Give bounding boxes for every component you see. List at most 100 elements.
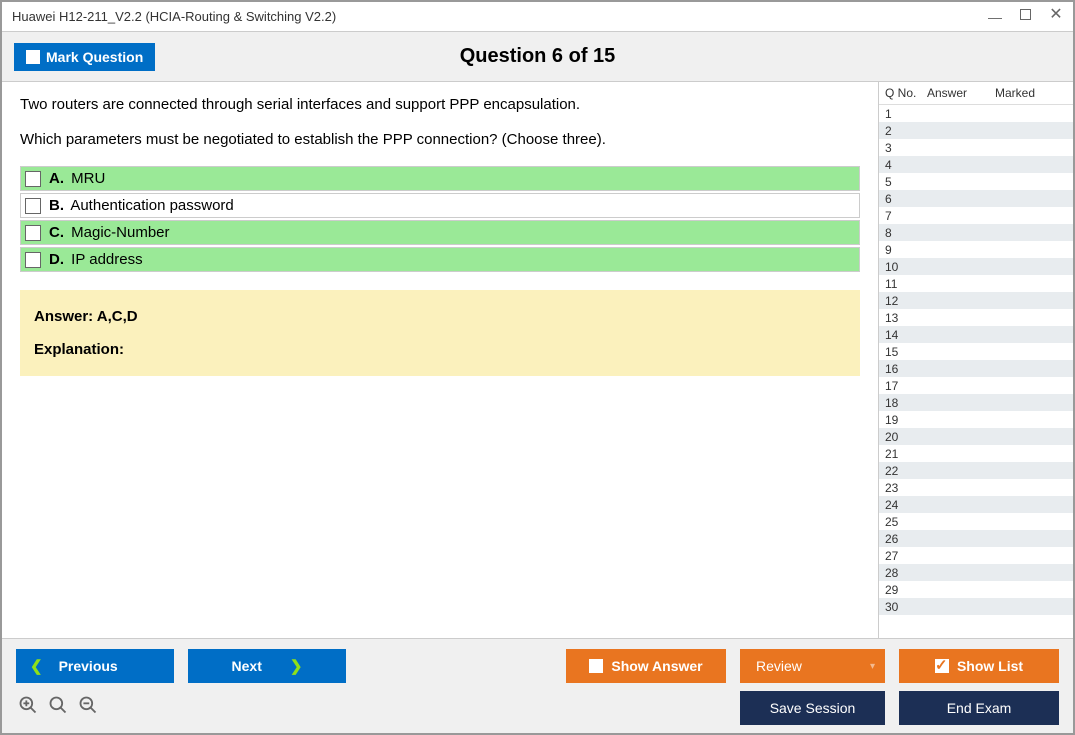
- row-number: 2: [885, 124, 927, 138]
- list-row[interactable]: 26: [879, 530, 1073, 547]
- list-row[interactable]: 19: [879, 411, 1073, 428]
- end-exam-label: End Exam: [947, 700, 1012, 716]
- titlebar: Huawei H12-211_V2.2 (HCIA-Routing & Swit…: [2, 2, 1073, 32]
- row-number: 17: [885, 379, 927, 393]
- list-row[interactable]: 22: [879, 462, 1073, 479]
- list-row[interactable]: 14: [879, 326, 1073, 343]
- footer-row-2: Save Session End Exam: [16, 691, 1059, 725]
- list-row[interactable]: 24: [879, 496, 1073, 513]
- previous-label: Previous: [59, 658, 118, 674]
- row-number: 9: [885, 243, 927, 257]
- list-row[interactable]: 30: [879, 598, 1073, 615]
- list-row[interactable]: 18: [879, 394, 1073, 411]
- mark-question-button[interactable]: Mark Question: [14, 43, 155, 71]
- row-number: 22: [885, 464, 927, 478]
- checkbox-icon: [25, 252, 41, 268]
- options-list: A. MRU B. Authentication password C. Magic…: [20, 166, 860, 272]
- previous-button[interactable]: ❮ Previous: [16, 649, 174, 683]
- chevron-right-icon: ❯: [290, 657, 303, 675]
- zoom-in-icon[interactable]: [16, 695, 40, 721]
- save-session-button[interactable]: Save Session: [740, 691, 885, 725]
- list-row[interactable]: 17: [879, 377, 1073, 394]
- body: Two routers are connected through serial…: [2, 82, 1073, 638]
- list-row[interactable]: 4: [879, 156, 1073, 173]
- maximize-icon[interactable]: [1020, 9, 1031, 20]
- option-a[interactable]: A. MRU: [20, 166, 860, 191]
- row-number: 28: [885, 566, 927, 580]
- checkbox-icon: [25, 198, 41, 214]
- question-line-2: Which parameters must be negotiated to e…: [20, 131, 860, 148]
- show-list-label: Show List: [957, 658, 1023, 674]
- list-row[interactable]: 28: [879, 564, 1073, 581]
- list-row[interactable]: 8: [879, 224, 1073, 241]
- row-number: 10: [885, 260, 927, 274]
- checkbox-icon: [26, 50, 40, 64]
- footer-row-1: ❮ Previous Next ❯ Show Answer Review ▾ S…: [16, 649, 1059, 683]
- zoom-icon[interactable]: [46, 695, 70, 721]
- row-number: 16: [885, 362, 927, 376]
- row-number: 18: [885, 396, 927, 410]
- option-label: D. IP address: [49, 251, 143, 268]
- row-number: 4: [885, 158, 927, 172]
- col-marked-header: Marked: [995, 86, 1067, 100]
- window-controls: — ✕: [988, 9, 1063, 25]
- list-row[interactable]: 23: [879, 479, 1073, 496]
- list-row[interactable]: 10: [879, 258, 1073, 275]
- show-answer-button[interactable]: Show Answer: [566, 649, 726, 683]
- list-row[interactable]: 15: [879, 343, 1073, 360]
- review-button[interactable]: Review ▾: [740, 649, 885, 683]
- list-row[interactable]: 16: [879, 360, 1073, 377]
- list-row[interactable]: 5: [879, 173, 1073, 190]
- row-number: 27: [885, 549, 927, 563]
- list-row[interactable]: 12: [879, 292, 1073, 309]
- list-row[interactable]: 1: [879, 105, 1073, 122]
- row-number: 15: [885, 345, 927, 359]
- option-b[interactable]: B. Authentication password: [20, 193, 860, 218]
- list-row[interactable]: 27: [879, 547, 1073, 564]
- row-number: 8: [885, 226, 927, 240]
- list-row[interactable]: 11: [879, 275, 1073, 292]
- checkbox-checked-icon: [935, 659, 949, 673]
- row-number: 5: [885, 175, 927, 189]
- row-number: 19: [885, 413, 927, 427]
- list-row[interactable]: 3: [879, 139, 1073, 156]
- list-row[interactable]: 7: [879, 207, 1073, 224]
- row-number: 11: [885, 277, 927, 291]
- question-counter: Question 6 of 15: [460, 45, 616, 68]
- list-row[interactable]: 13: [879, 309, 1073, 326]
- list-row[interactable]: 25: [879, 513, 1073, 530]
- option-c[interactable]: C. Magic-Number: [20, 220, 860, 245]
- close-icon[interactable]: ✕: [1049, 9, 1063, 25]
- chevron-left-icon: ❮: [30, 657, 43, 675]
- sidebar-header: Q No. Answer Marked: [879, 82, 1073, 105]
- review-label: Review: [756, 658, 802, 674]
- list-row[interactable]: 2: [879, 122, 1073, 139]
- footer: ❮ Previous Next ❯ Show Answer Review ▾ S…: [2, 638, 1073, 733]
- row-number: 25: [885, 515, 927, 529]
- list-row[interactable]: 9: [879, 241, 1073, 258]
- answer-text: Answer: A,C,D: [34, 308, 846, 325]
- row-number: 13: [885, 311, 927, 325]
- next-label: Next: [232, 658, 262, 674]
- checkbox-icon: [25, 225, 41, 241]
- list-row[interactable]: 29: [879, 581, 1073, 598]
- option-label: C. Magic-Number: [49, 224, 170, 241]
- explanation-label: Explanation:: [34, 341, 846, 358]
- app-window: Huawei H12-211_V2.2 (HCIA-Routing & Swit…: [0, 0, 1075, 735]
- row-number: 23: [885, 481, 927, 495]
- row-number: 20: [885, 430, 927, 444]
- sidebar-rows[interactable]: 1234567891011121314151617181920212223242…: [879, 105, 1073, 638]
- option-label: A. MRU: [49, 170, 105, 187]
- list-row[interactable]: 20: [879, 428, 1073, 445]
- list-row[interactable]: 21: [879, 445, 1073, 462]
- option-d[interactable]: D. IP address: [20, 247, 860, 272]
- next-button[interactable]: Next ❯: [188, 649, 346, 683]
- zoom-out-icon[interactable]: [76, 695, 100, 721]
- row-number: 21: [885, 447, 927, 461]
- list-row[interactable]: 6: [879, 190, 1073, 207]
- col-qno-header: Q No.: [885, 86, 927, 100]
- option-label: B. Authentication password: [49, 197, 234, 214]
- end-exam-button[interactable]: End Exam: [899, 691, 1059, 725]
- show-list-button[interactable]: Show List: [899, 649, 1059, 683]
- minimize-icon[interactable]: —: [988, 9, 1002, 25]
